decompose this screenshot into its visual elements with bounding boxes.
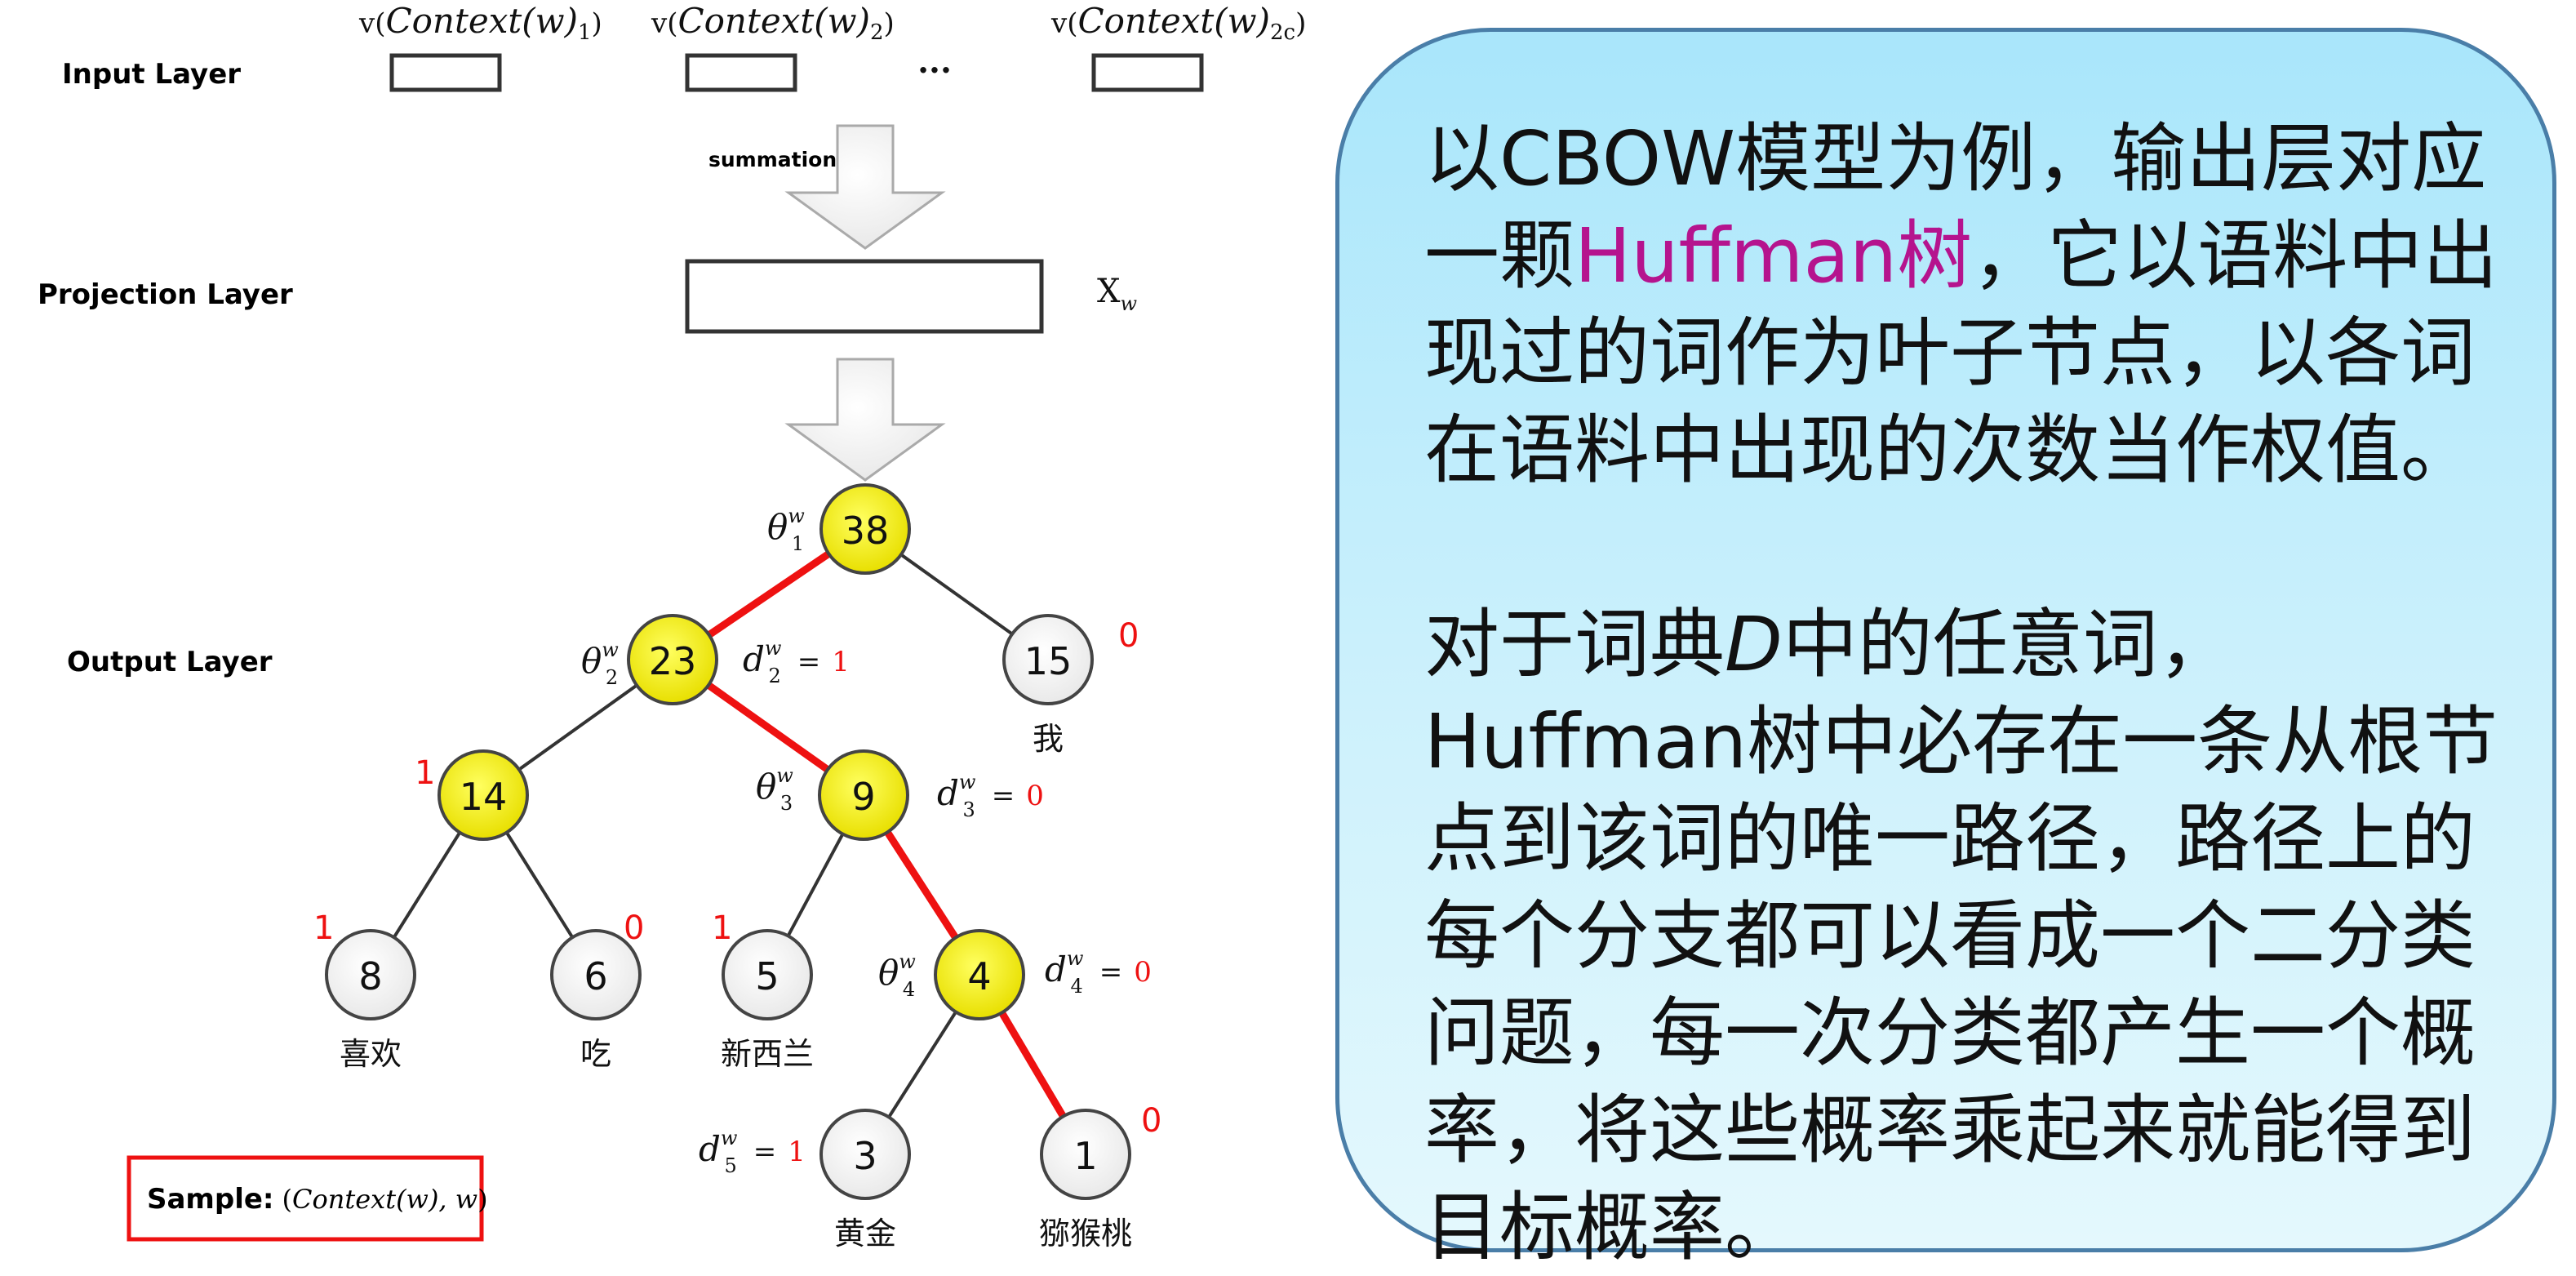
theta-label: θw 1 (767, 505, 805, 555)
projection-vector-box (685, 259, 1044, 334)
node-weight: 9 (851, 775, 875, 819)
input-vector-box-1 (389, 53, 502, 92)
input-vector-box-2c (1091, 53, 1204, 92)
leaf-word: 黄金 (834, 1216, 896, 1252)
tree-annotations: 0 1 1 0 1 0 θw 1 θw 2 θw 3 θw 4 dw 2 = 1 dw 3 = 0 dw 4 = 0 dw 5 = 1 (313, 505, 1161, 1177)
node-weight: 4 (967, 954, 991, 998)
summation-arrow-icon (784, 124, 946, 250)
svg-text:v(Context(w)2): v(Context(w)2) (651, 1, 895, 45)
node-weight: 5 (755, 954, 779, 998)
code-label: dw 5 = 1 (699, 1127, 806, 1177)
projection-symbol: Xw (1097, 273, 1137, 315)
theta-label: θw 4 (878, 950, 916, 1001)
node-weight: 23 (649, 639, 697, 683)
leaf-word: 猕猴桃 (1039, 1216, 1132, 1252)
explanation-callout: 以CBOW模型为例，输出层对应一颗Huffman树，它以语料中出现过的词作为叶子… (1335, 28, 2556, 1271)
projection-layer-label: Projection Layer (38, 278, 293, 311)
node-weight: 15 (1024, 639, 1073, 683)
branch-bit: 0 (1141, 1102, 1161, 1140)
leaf-word: 吃 (580, 1036, 611, 1072)
svg-text:v(Context(w)1): v(Context(w)1) (358, 1, 602, 45)
branch-bit: 0 (1118, 617, 1139, 655)
input-vector-label-2: v(Context(w)2) (651, 1, 895, 45)
callout-paragraph-1: 以CBOW模型为例，输出层对应一颗Huffman树，它以语料中出现过的词作为叶子… (1424, 115, 2498, 494)
branch-bit: 1 (313, 909, 334, 947)
branch-bit: 0 (624, 909, 644, 947)
code-label: dw 3 = 0 (937, 771, 1044, 821)
summation-label: summation (708, 148, 837, 171)
code-label: dw 4 = 0 (1045, 947, 1152, 998)
node-weight: 6 (584, 954, 607, 998)
input-ellipsis: ··· (917, 51, 952, 90)
cbow-huffman-diagram: Input Layer Projection Layer Output Laye… (38, 1, 1306, 1252)
theta-label: θw 2 (581, 638, 619, 689)
node-weight: 14 (460, 775, 508, 819)
sample-label: Sample: (Context(w), w) (147, 1183, 488, 1216)
theta-label: θw 3 (756, 764, 793, 815)
leaf-word: 新西兰 (721, 1036, 814, 1072)
branch-bit: 1 (712, 909, 732, 947)
node-weight: 1 (1073, 1134, 1097, 1178)
input-layer-label: Input Layer (62, 58, 241, 91)
svg-text:v(Context(w)2c): v(Context(w)2c) (1050, 1, 1306, 45)
input-vector-label-1: v(Context(w)1) (358, 1, 602, 45)
code-label: dw 2 = 1 (743, 637, 850, 687)
node-weight: 38 (842, 509, 890, 553)
leaf-word: 我 (1033, 721, 1064, 757)
input-vector-box-2 (685, 53, 797, 92)
output-layer-label: Output Layer (67, 646, 273, 678)
leaf-word: 喜欢 (340, 1036, 402, 1072)
projection-output-arrow-icon (784, 358, 946, 482)
node-weight: 3 (853, 1134, 877, 1178)
callout-highlight: Huffman树 (1574, 212, 1973, 300)
callout-paragraph-2: 对于词典D中的任意词，Huffman树中必存在一条从根节点到该词的唯一路径，路径… (1424, 601, 2498, 1271)
input-vector-label-2c: v(Context(w)2c) (1050, 1, 1306, 45)
node-weight: 8 (358, 954, 382, 998)
branch-bit: 1 (415, 754, 435, 792)
